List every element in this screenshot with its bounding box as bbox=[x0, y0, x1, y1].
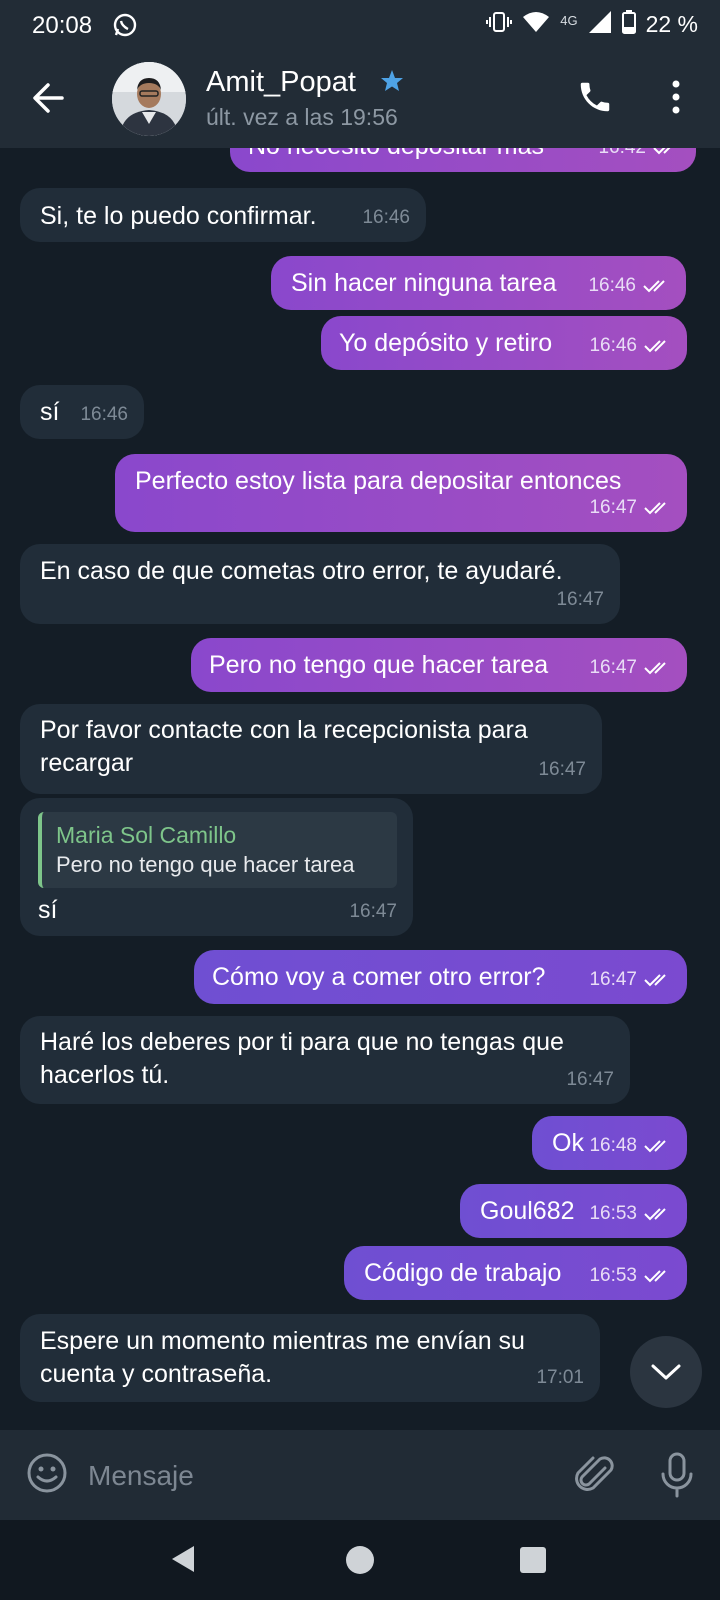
message-time: 16:47 bbox=[349, 901, 397, 922]
double-check-icon bbox=[644, 339, 666, 352]
avatar[interactable] bbox=[112, 62, 186, 136]
message-time: 16:46 bbox=[588, 275, 636, 296]
more-vertical-icon bbox=[672, 80, 680, 114]
message-list[interactable]: No necesito depositar más 16:42 Si, te l… bbox=[0, 148, 720, 1430]
message-text: En caso de que cometas otro error, te ay… bbox=[40, 557, 563, 585]
message-text: Si, te lo puedo confirmar. bbox=[40, 202, 317, 230]
double-check-icon bbox=[644, 973, 666, 986]
message-text: sí bbox=[40, 398, 60, 426]
message-incoming[interactable]: Haré los deberes por ti para que no teng… bbox=[20, 1016, 630, 1104]
message-time: 16:47 bbox=[556, 589, 604, 610]
message-outgoing[interactable]: Sin hacer ninguna tarea 16:46 bbox=[271, 256, 686, 310]
back-button[interactable] bbox=[28, 78, 68, 118]
network-type: 4G bbox=[560, 13, 578, 28]
quoted-reply[interactable]: Maria Sol Camillo Pero no tengo que hace… bbox=[38, 812, 397, 888]
message-incoming[interactable]: Espere un momento mientras me envían su … bbox=[20, 1314, 600, 1402]
message-time: 16:48 bbox=[589, 1135, 637, 1156]
message-text: Goul682 bbox=[480, 1197, 575, 1225]
nav-home-button[interactable] bbox=[346, 1546, 374, 1574]
message-time: 16:47 bbox=[566, 1069, 614, 1090]
status-time: 20:08 bbox=[32, 12, 93, 39]
status-bar: 20:08 4G 22 % bbox=[0, 0, 720, 50]
nav-back-button[interactable] bbox=[170, 1544, 196, 1579]
triangle-back-icon bbox=[172, 1546, 194, 1572]
message-incoming[interactable]: Si, te lo puedo confirmar. 16:46 bbox=[20, 188, 426, 242]
message-incoming[interactable]: Por favor contacte con la recepcionista … bbox=[20, 704, 602, 794]
message-outgoing[interactable]: Ok 16:48 bbox=[532, 1116, 687, 1170]
last-seen-status: últ. vez a las 19:56 bbox=[206, 104, 398, 130]
message-text: sí bbox=[38, 896, 58, 924]
message-text: Yo depósito y retiro bbox=[339, 329, 553, 357]
mic-button[interactable] bbox=[660, 1452, 694, 1503]
composer-bar bbox=[0, 1430, 720, 1520]
reply-author: Maria Sol Camillo bbox=[56, 822, 237, 848]
wifi-icon bbox=[522, 11, 550, 38]
phone-icon bbox=[580, 82, 610, 112]
double-check-icon bbox=[643, 279, 665, 292]
message-time: 16:46 bbox=[362, 207, 410, 228]
message-time: 16:46 bbox=[589, 335, 637, 356]
message-time: 17:01 bbox=[536, 1367, 584, 1388]
attach-icon bbox=[575, 1456, 614, 1491]
whatsapp-icon bbox=[112, 12, 138, 43]
message-text: Por favor contacte con la recepcionista … bbox=[40, 716, 535, 777]
chat-header: Amit_Popat últ. vez a las 19:56 bbox=[0, 50, 720, 148]
message-text: No necesito depositar más bbox=[248, 148, 544, 160]
nav-recents-button[interactable] bbox=[520, 1547, 546, 1573]
more-options-button[interactable] bbox=[666, 78, 686, 116]
verified-star-icon bbox=[380, 69, 404, 98]
message-time: 16:42 bbox=[598, 148, 646, 164]
contact-name[interactable]: Amit_Popat bbox=[206, 66, 356, 99]
message-text: Cómo voy a comer otro error? bbox=[212, 963, 546, 991]
double-check-icon bbox=[644, 1269, 666, 1282]
battery-icon bbox=[621, 10, 636, 39]
double-check-icon bbox=[653, 148, 670, 154]
chevron-down-icon bbox=[651, 1364, 681, 1380]
message-incoming-reply[interactable]: Maria Sol Camillo Pero no tengo que hace… bbox=[20, 798, 413, 936]
vibrate-icon bbox=[486, 11, 513, 38]
battery-level: 22 % bbox=[645, 11, 698, 37]
emoji-button[interactable] bbox=[26, 1452, 68, 1499]
call-button[interactable] bbox=[576, 78, 614, 116]
message-outgoing[interactable]: Yo depósito y retiro 16:46 bbox=[321, 316, 687, 370]
message-text: Sin hacer ninguna tarea bbox=[291, 269, 557, 297]
message-time: 16:47 bbox=[589, 969, 637, 990]
double-check-icon bbox=[644, 501, 666, 514]
double-check-icon bbox=[644, 661, 666, 674]
message-time: 16:53 bbox=[589, 1203, 637, 1224]
double-check-icon bbox=[644, 1207, 666, 1220]
message-incoming[interactable]: sí 16:46 bbox=[20, 385, 144, 439]
message-time: 16:46 bbox=[80, 404, 128, 425]
message-time: 16:47 bbox=[538, 759, 586, 780]
message-outgoing[interactable]: Perfecto estoy lista para depositar ento… bbox=[115, 454, 687, 532]
message-outgoing[interactable]: Goul682 16:53 bbox=[460, 1184, 687, 1238]
attach-button[interactable] bbox=[575, 1454, 617, 1503]
message-time: 16:53 bbox=[589, 1265, 637, 1286]
signal-icon bbox=[588, 10, 612, 39]
message-outgoing[interactable]: Cómo voy a comer otro error? 16:47 bbox=[194, 950, 687, 1004]
message-input[interactable] bbox=[88, 1456, 528, 1496]
message-text: Pero no tengo que hacer tarea bbox=[209, 651, 549, 679]
double-check-icon bbox=[644, 1139, 666, 1152]
system-nav-bar bbox=[0, 1520, 720, 1600]
message-incoming[interactable]: En caso de que cometas otro error, te ay… bbox=[20, 544, 620, 624]
message-text: Ok bbox=[552, 1129, 584, 1157]
message-text: Haré los deberes por ti para que no teng… bbox=[40, 1028, 571, 1089]
mic-icon bbox=[661, 1452, 693, 1498]
back-arrow-icon bbox=[33, 83, 64, 113]
message-time: 16:47 bbox=[589, 497, 637, 518]
message-time: 16:47 bbox=[589, 657, 637, 678]
message-outgoing[interactable]: Código de trabajo 16:53 bbox=[344, 1246, 687, 1300]
message-text: Perfecto estoy lista para depositar ento… bbox=[135, 467, 622, 495]
message-outgoing[interactable]: Pero no tengo que hacer tarea 16:47 bbox=[191, 638, 687, 692]
message-outgoing[interactable]: No necesito depositar más 16:42 bbox=[230, 148, 696, 172]
scroll-to-bottom-button[interactable] bbox=[630, 1336, 702, 1408]
message-text: Código de trabajo bbox=[364, 1259, 562, 1287]
reply-text: Pero no tengo que hacer tarea bbox=[56, 852, 355, 877]
emoji-icon bbox=[27, 1453, 67, 1493]
message-text: Espere un momento mientras me envían su … bbox=[40, 1327, 532, 1388]
